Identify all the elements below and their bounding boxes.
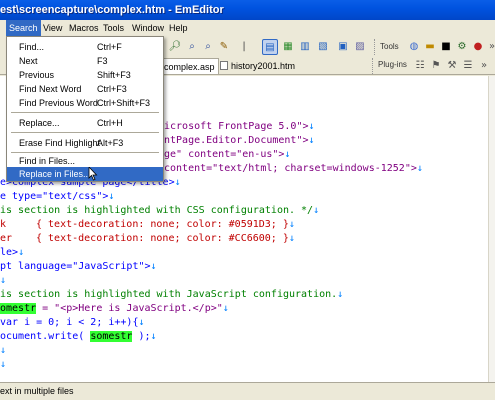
menu-bar: Search View Macros Tools Window Help: [0, 20, 495, 37]
plugin-4-icon[interactable]: ☰: [460, 58, 476, 74]
toolbar-grip[interactable]: [372, 58, 375, 74]
menu-item-find-next-word[interactable]: Find Next Word Ctrl+F3: [7, 82, 163, 96]
code-line: k: [0, 219, 7, 230]
status-bar: ext in multiple files: [0, 382, 495, 400]
menu-tools[interactable]: Tools: [100, 20, 127, 37]
column-icon[interactable]: ▧: [315, 39, 331, 55]
code-line: omestr = "<p>Here is JavaScript.</p>"↓: [0, 303, 229, 314]
code-line: ge" content="en-us">↓: [164, 149, 291, 160]
menu-separator: [11, 112, 159, 113]
find-prev-icon[interactable]: ⌕: [200, 39, 216, 55]
code-line: is section is highlighted with JavaScrip…: [0, 289, 344, 300]
find-icon[interactable]: 🔎︎: [167, 39, 183, 55]
wrap-page-icon[interactable]: ▥: [297, 39, 313, 55]
tool-more-icon[interactable]: »: [484, 39, 495, 55]
toolbar-grip[interactable]: [374, 39, 377, 55]
code-line: var i = 0; i < 2; i++){↓: [0, 317, 145, 328]
normal-mode-icon[interactable]: ▤: [262, 39, 278, 55]
find-next-icon[interactable]: ⌕: [184, 39, 200, 55]
plugin-3-icon[interactable]: ⚒: [444, 58, 460, 74]
tool-console-icon[interactable]: ■: [438, 39, 454, 55]
title-bar: est\screencapture\complex.htm - EmEditor: [0, 0, 495, 20]
menu-macros[interactable]: Macros: [66, 20, 102, 37]
plugin-2-icon[interactable]: ⚑: [428, 58, 444, 74]
code-line: pt language="JavaScript">↓: [0, 261, 157, 272]
marks-icon[interactable]: ▣: [335, 39, 351, 55]
plugin-5-icon[interactable]: »: [476, 58, 492, 74]
tool-globe-icon[interactable]: ◍: [406, 39, 422, 55]
wrap-window-icon[interactable]: ▦: [280, 39, 296, 55]
code-line: le>↓: [0, 247, 25, 258]
erase-highlight-icon[interactable]: ✎: [216, 39, 232, 55]
menu-item-next[interactable]: Next F3: [7, 54, 163, 68]
plugin-1-icon[interactable]: ☷: [412, 58, 428, 74]
tab-complex-asp[interactable]: complex.asp: [160, 58, 219, 74]
code-line: content="text/html; charset=windows-1252…: [164, 163, 423, 174]
tools-toolbar: Tools ◍ ▬ ■ ⚙ ● »: [372, 37, 495, 57]
plugins-label: Plug-ins: [378, 60, 407, 69]
code-line: icrosoft FrontPage 5.0">↓: [164, 121, 315, 132]
menu-view[interactable]: View: [40, 20, 65, 37]
search-menu-dropdown: Find... Ctrl+F Next F3 Previous Shift+F3 Fi…: [6, 36, 164, 182]
code-line: ocument.write( somestr );↓: [0, 331, 157, 342]
menu-item-erase-find-highlight[interactable]: Erase Find Highlight Alt+F3: [7, 136, 163, 150]
code-line: is section is highlighted with CSS confi…: [0, 205, 320, 216]
window-title: est\screencapture\complex.htm - EmEditor: [0, 4, 224, 16]
code-line: ↓: [0, 359, 7, 370]
menu-item-replace-in-files[interactable]: Replace in Files...: [7, 167, 163, 181]
menu-item-find-previous-word[interactable]: Find Previous Word Ctrl+Shift+F3: [7, 96, 163, 110]
file-icon: [220, 61, 228, 70]
options-icon[interactable]: ▨: [352, 39, 368, 55]
menu-item-previous[interactable]: Previous Shift+F3: [7, 68, 163, 82]
menu-item-replace[interactable]: Replace... Ctrl+H: [7, 116, 163, 130]
tab-history2001[interactable]: history2001.htm: [217, 58, 298, 74]
vertical-scrollbar[interactable]: [488, 76, 495, 382]
status-text: ext in multiple files: [0, 386, 74, 396]
menu-search[interactable]: Search: [6, 20, 41, 37]
mouse-cursor-icon: [88, 167, 98, 181]
tool-folder-icon[interactable]: ▬: [422, 39, 438, 55]
code-line: ntPage.Editor.Document">↓: [164, 135, 315, 146]
menu-window[interactable]: Window: [129, 20, 167, 37]
tools-label: Tools: [380, 42, 399, 51]
code-line: ↓: [0, 345, 7, 356]
code-line: ↓: [0, 275, 7, 286]
toolbar-separator-icon: |: [242, 41, 246, 52]
code-line: { text-decoration: none; color: #0591D3;…: [36, 219, 295, 230]
menu-separator: [11, 152, 159, 153]
menu-item-find-in-files[interactable]: Find in Files...: [7, 154, 163, 168]
code-line: er: [0, 233, 13, 244]
menu-separator: [11, 132, 159, 133]
code-line: e type="text/css">↓: [0, 191, 115, 202]
menu-help[interactable]: Help: [166, 20, 191, 37]
tool-gear-icon[interactable]: ⚙: [454, 39, 470, 55]
menu-item-find[interactable]: Find... Ctrl+F: [7, 40, 163, 54]
code-line: { text-decoration: none; color: #CC6600;…: [36, 233, 295, 244]
